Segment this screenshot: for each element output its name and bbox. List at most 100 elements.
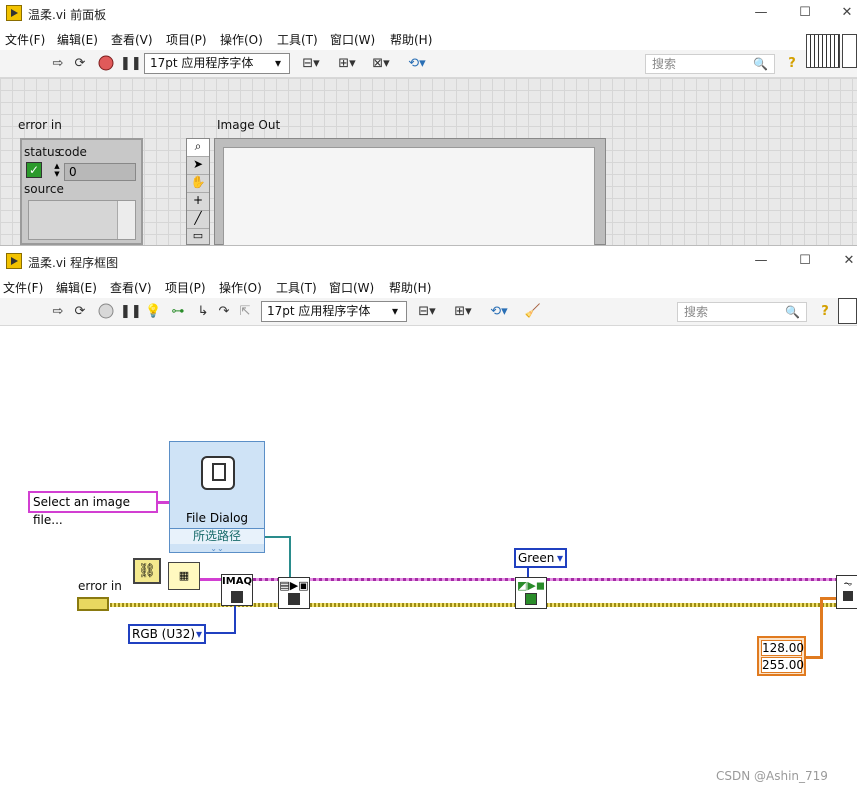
file-dialog-prompt-text: Select an image file... xyxy=(33,495,130,527)
watermark: CSDN @Ashin_719 xyxy=(716,769,828,783)
extract-color-plane-node[interactable]: ◩▶◼ xyxy=(515,577,547,609)
error-in-cluster[interactable]: status code ✓ ▲ ▼ 0 source xyxy=(20,138,143,245)
source-label: source xyxy=(24,182,64,196)
vi-connector-pane-icon[interactable] xyxy=(806,34,840,68)
menu-edit[interactable]: 编辑(E) xyxy=(56,279,97,296)
step-out-icon[interactable]: ⇱ xyxy=(236,303,254,321)
menu-edit[interactable]: 编辑(E) xyxy=(57,31,98,48)
status-checkbox[interactable]: ✓ xyxy=(26,162,42,178)
source-scrollbar[interactable] xyxy=(117,201,135,239)
menu-project[interactable]: 项目(P) xyxy=(165,279,206,296)
imaq-readfile-node[interactable]: ▤▶▣ xyxy=(278,577,310,609)
pause-icon[interactable]: ❚❚ xyxy=(120,55,142,73)
search-input[interactable]: 搜索 🔍 xyxy=(645,54,775,74)
run-icon[interactable]: ⇨ xyxy=(50,303,66,321)
step-over-icon[interactable]: ↷ xyxy=(215,303,233,321)
search-input[interactable]: 搜索 🔍 xyxy=(677,302,807,322)
menu-help[interactable]: 帮助(H) xyxy=(389,279,431,296)
threshold-node[interactable]: ⏦ xyxy=(836,575,857,609)
code-field[interactable]: 0 xyxy=(64,163,136,181)
minimize-icon[interactable]: — xyxy=(752,4,770,22)
menu-operate[interactable]: 操作(O) xyxy=(219,279,262,296)
distribute-objects-icon[interactable]: ⊞▾ xyxy=(450,303,476,321)
source-field[interactable] xyxy=(28,200,136,240)
imaq-name-constant[interactable]: ⛓ xyxy=(133,558,161,584)
align-objects-icon[interactable]: ⊟▾ xyxy=(298,55,324,73)
color-plane-enum[interactable]: Green ▾ xyxy=(514,548,567,568)
pan-tool-icon[interactable]: ✋ xyxy=(187,175,209,193)
menu-view[interactable]: 查看(V) xyxy=(111,31,153,48)
menu-window[interactable]: 窗口(W) xyxy=(330,31,375,48)
front-panel-menubar: 文件(F) 编辑(E) 查看(V) 项目(P) 操作(O) 工具(T) 窗口(W… xyxy=(0,26,857,50)
run-continuously-icon[interactable]: ⟳ xyxy=(72,55,88,73)
search-icon[interactable]: 🔍 xyxy=(785,303,800,321)
image-out-display[interactable] xyxy=(214,138,606,245)
image-type-enum[interactable]: RGB (U32) ▾ xyxy=(128,624,206,644)
readfile-icon: ▤▶▣ xyxy=(279,579,309,592)
block-diagram-toolbar: ⇨ ⟳ ❚❚ 💡 ⊶ ↳ ↷ ⇱ 17pt 应用程序字体 ▾ ⊟▾ ⊞▾ ⟲▾ … xyxy=(0,298,857,326)
imaq-label: IMAQ xyxy=(222,576,252,587)
retain-wire-values-icon[interactable]: ⊶ xyxy=(169,303,187,321)
font-select[interactable]: 17pt 应用程序字体 ▾ xyxy=(144,53,290,74)
block-diagram-menubar: 文件(F) 编辑(E) 查看(V) 项目(P) 操作(O) 工具(T) 窗口(W… xyxy=(0,274,857,298)
distribute-objects-icon[interactable]: ⊞▾ xyxy=(334,55,360,73)
reorder-icon[interactable]: ⟲▾ xyxy=(486,303,512,321)
error-in-terminal[interactable] xyxy=(77,597,109,611)
close-icon[interactable]: ✕ xyxy=(840,252,857,270)
resize-objects-icon[interactable]: ⊠▾ xyxy=(368,55,394,73)
run-continuously-icon[interactable]: ⟳ xyxy=(72,303,88,321)
image-type-value: RGB (U32) xyxy=(132,627,196,641)
line-tool-icon[interactable]: ╱ xyxy=(187,211,209,229)
search-placeholder: 搜索 xyxy=(652,57,677,71)
vi-icon[interactable] xyxy=(842,34,857,68)
pointer-tool-icon[interactable]: ➤ xyxy=(187,157,209,175)
file-dialog-output-terminal[interactable]: 所选路径 xyxy=(170,528,264,544)
range-max-value[interactable]: 255.00 xyxy=(761,657,804,673)
menu-operate[interactable]: 操作(O) xyxy=(220,31,263,48)
search-placeholder: 搜索 xyxy=(684,305,709,319)
vi-icon[interactable] xyxy=(838,298,857,324)
image-name-constant[interactable]: ▦ xyxy=(168,562,200,590)
file-dialog-express-vi[interactable]: File Dialog 所选路径 ⌄⌄ xyxy=(169,441,265,553)
front-panel-toolbar: ⇨ ⟳ ❚❚ 17pt 应用程序字体 ▾ ⊟▾ ⊞▾ ⊠▾ ⟲▾ 搜索 🔍 ? xyxy=(0,34,857,78)
zoom-tool-icon[interactable]: ⌕ xyxy=(187,139,209,157)
rectangle-tool-icon[interactable]: ▭ xyxy=(187,229,209,243)
maximize-icon[interactable]: ☐ xyxy=(796,252,814,270)
font-select[interactable]: 17pt 应用程序字体 ▾ xyxy=(261,301,407,322)
code-stepper[interactable]: ▲ ▼ xyxy=(52,162,62,180)
menu-help[interactable]: 帮助(H) xyxy=(390,31,432,48)
run-icon[interactable]: ⇨ xyxy=(50,55,66,73)
menu-tools[interactable]: 工具(T) xyxy=(277,31,318,48)
imaq-create-node[interactable]: IMAQ xyxy=(221,574,253,606)
step-into-icon[interactable]: ↳ xyxy=(194,303,212,321)
close-icon[interactable]: ✕ xyxy=(838,4,856,22)
point-tool-icon[interactable]: + xyxy=(187,193,209,211)
clean-up-diagram-icon[interactable]: 🧹 xyxy=(522,303,544,321)
image-out-canvas[interactable] xyxy=(223,147,595,245)
highlight-execution-icon[interactable]: 💡 xyxy=(145,303,161,321)
abort-icon[interactable] xyxy=(98,303,114,321)
menu-view[interactable]: 查看(V) xyxy=(110,279,152,296)
expand-chevron-icon[interactable]: ⌄⌄ xyxy=(170,544,264,553)
code-value: 0 xyxy=(69,165,77,179)
search-icon[interactable]: 🔍 xyxy=(753,55,768,73)
chevron-down-icon: ▾ xyxy=(195,627,202,641)
minimize-icon[interactable]: — xyxy=(752,252,770,270)
reorder-icon[interactable]: ⟲▾ xyxy=(404,55,430,73)
range-cluster-constant[interactable]: 128.00 255.00 xyxy=(757,636,806,676)
abort-icon[interactable] xyxy=(98,55,114,73)
menu-project[interactable]: 项目(P) xyxy=(166,31,207,48)
range-min-value[interactable]: 128.00 xyxy=(761,640,804,656)
threshold-sub-icon xyxy=(843,591,853,601)
menu-file[interactable]: 文件(F) xyxy=(3,279,43,296)
align-objects-icon[interactable]: ⊟▾ xyxy=(414,303,440,321)
pause-icon[interactable]: ❚❚ xyxy=(120,303,142,321)
maximize-icon[interactable]: ☐ xyxy=(796,4,814,22)
menu-window[interactable]: 窗口(W) xyxy=(329,279,374,296)
help-icon[interactable]: ? xyxy=(784,55,800,73)
menu-tools[interactable]: 工具(T) xyxy=(276,279,317,296)
file-dialog-prompt-constant[interactable]: Select an image file... xyxy=(28,491,158,527)
help-icon[interactable]: ? xyxy=(817,303,833,321)
block-diagram-titlebar: 温柔.vi 程序框图 — ☐ ✕ xyxy=(0,248,857,274)
menu-file[interactable]: 文件(F) xyxy=(5,31,45,48)
